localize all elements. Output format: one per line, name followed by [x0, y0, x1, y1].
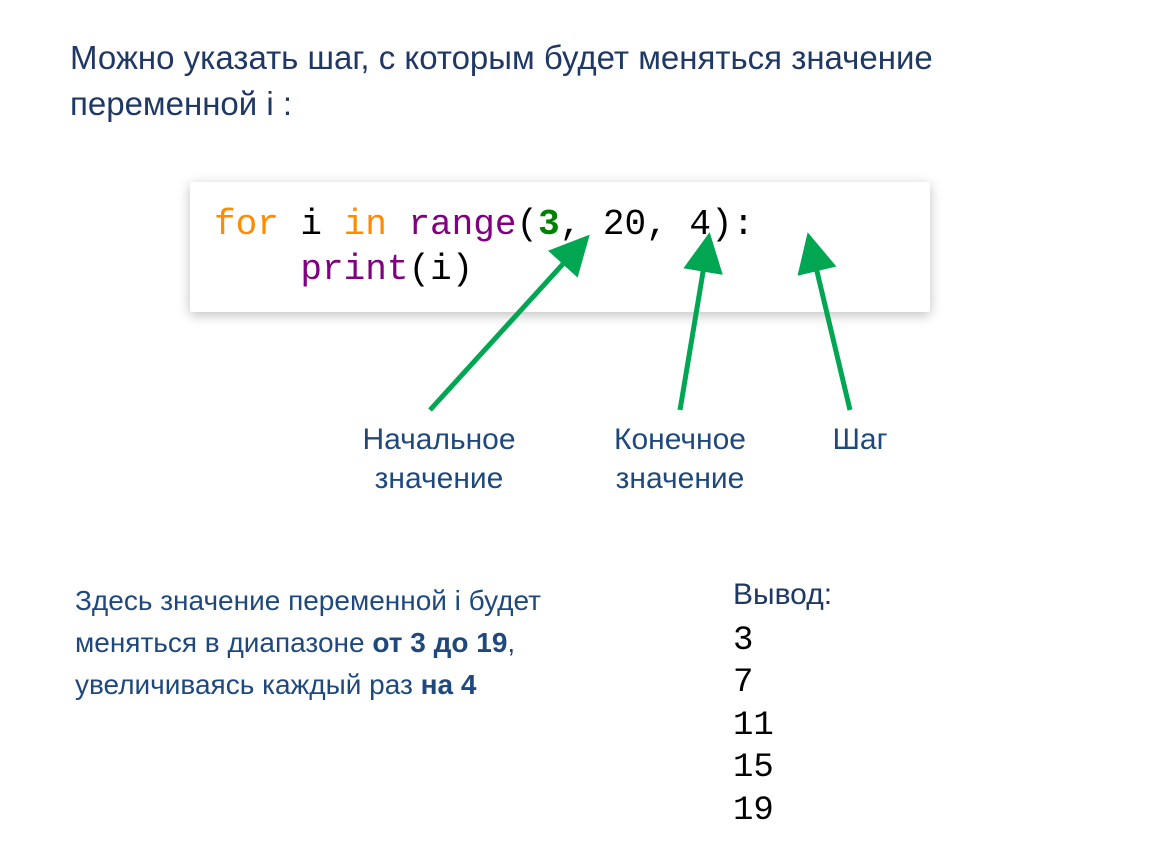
output-line: 11 [733, 705, 832, 748]
label-step: Шаг [810, 420, 910, 459]
output-line: 19 [733, 790, 832, 833]
label-end: Конечное значение [575, 420, 785, 498]
code-space [387, 204, 409, 245]
code-box: for i in range(3, 20, 4): print(i) [190, 182, 930, 312]
keyword-in: in [344, 204, 387, 245]
paren-open: ( [516, 204, 538, 245]
paren-open-2: ( [408, 249, 430, 290]
func-print: print [300, 249, 408, 290]
arg-end: 20 [603, 204, 646, 245]
colon: : [733, 204, 755, 245]
comma1: , [560, 204, 603, 245]
paren-close: ) [711, 204, 733, 245]
output-values: 3 7 11 15 19 [733, 620, 832, 833]
arg-start: 3 [538, 204, 560, 245]
keyword-for: for [214, 204, 279, 245]
arg-step: 4 [689, 204, 711, 245]
output-title: Вывод: [733, 575, 832, 616]
desc-bold-step: на 4 [421, 669, 477, 700]
comma2: , [646, 204, 689, 245]
func-range: range [408, 204, 516, 245]
paren-close-2: ) [452, 249, 474, 290]
description: Здесь значение переменной i будет менять… [75, 580, 635, 706]
intro-text: Можно указать шаг, с которым будет менят… [70, 35, 970, 127]
output-block: Вывод: 3 7 11 15 19 [733, 575, 832, 832]
output-line: 3 [733, 620, 832, 663]
output-line: 15 [733, 747, 832, 790]
label-start: Начальное значение [334, 420, 544, 498]
desc-bold-range: от 3 до 19 [372, 627, 507, 658]
code-block: for i in range(3, 20, 4): print(i) [214, 202, 920, 292]
print-arg: i [430, 249, 452, 290]
indent [214, 249, 300, 290]
code-var: i [279, 204, 344, 245]
slide: Можно указать шаг, с которым будет менят… [0, 0, 1150, 864]
output-line: 7 [733, 662, 832, 705]
